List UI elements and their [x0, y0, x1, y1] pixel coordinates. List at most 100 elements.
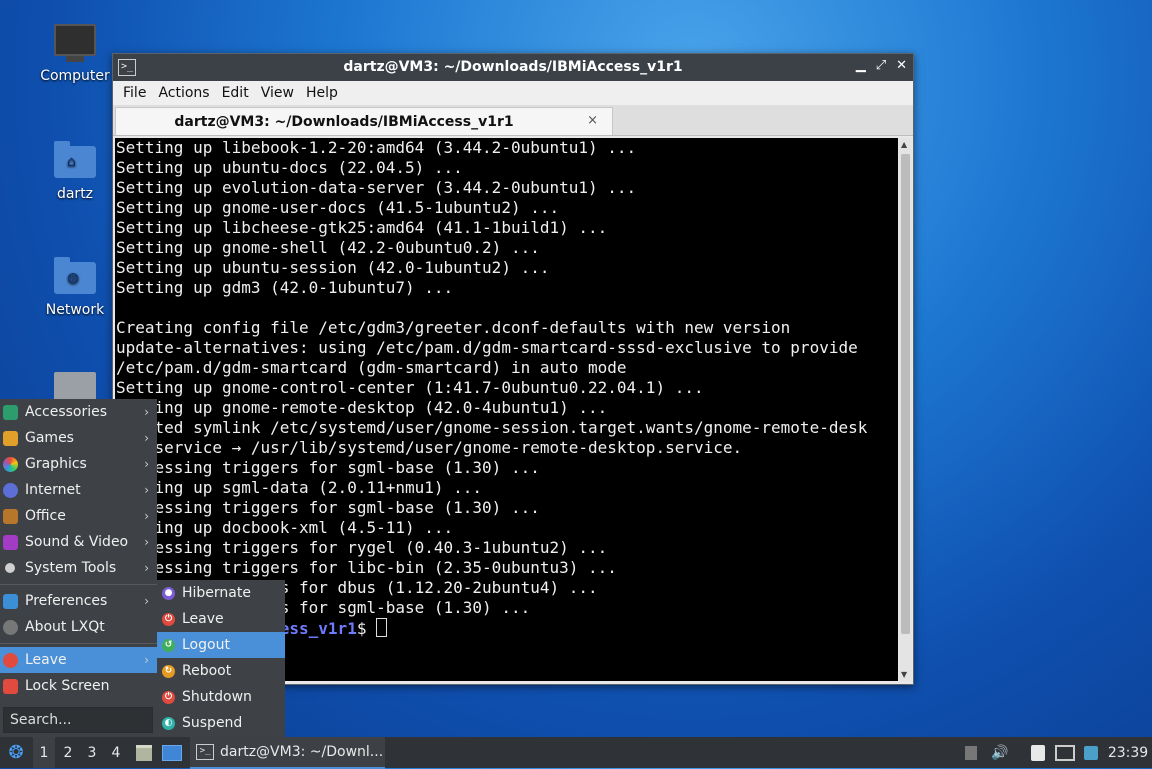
- menu-item-label: System Tools: [25, 560, 117, 576]
- window-title: dartz@VM3: ~/Downloads/IBMiAccess_v1r1: [343, 59, 683, 75]
- desktop-icon-network[interactable]: ◍ Network: [30, 257, 120, 318]
- workspace-4[interactable]: 4: [105, 737, 127, 768]
- menu-item-accessories[interactable]: Accessories ›: [0, 399, 157, 425]
- suspend-icon: ◐: [162, 716, 175, 730]
- menu-item-system-tools[interactable]: System Tools ›: [0, 555, 157, 581]
- prompt-symbol: $: [356, 619, 377, 638]
- menu-file[interactable]: File: [117, 85, 152, 101]
- menu-item-label: About LXQt: [25, 619, 105, 635]
- menu-actions[interactable]: Actions: [152, 85, 215, 101]
- shutdown-icon: ⏻: [162, 690, 175, 704]
- menu-item-about-lxqt[interactable]: About LXQt: [0, 614, 157, 640]
- menu-item-leave[interactable]: Leave ›: [0, 647, 157, 673]
- terminal-line: ted symlink /etc/systemd/user/gnome-sess…: [116, 418, 868, 437]
- terminal-line: /etc/pam.d/gdm-smartcard (gdm-smartcard)…: [116, 358, 627, 377]
- workspace-3[interactable]: 3: [81, 737, 103, 768]
- submenu-item-label: Logout: [182, 637, 230, 653]
- submenu-item-reboot[interactable]: ↻ Reboot: [157, 658, 285, 684]
- terminal-line: Setting up libebook-1.2-20:amd64 (3.44.2…: [116, 138, 637, 157]
- terminal-line: essing triggers for rygel (0.40.3-1ubunt…: [116, 538, 608, 557]
- taskbar-window-terminal[interactable]: >_ dartz@VM3: ~/Downl...: [190, 737, 385, 769]
- desktop-icon-label: dartz: [56, 186, 94, 202]
- workspace-1[interactable]: 1: [33, 737, 55, 768]
- menu-item-office[interactable]: Office ›: [0, 503, 157, 529]
- power-icon: [3, 652, 18, 668]
- window-titlebar[interactable]: >_ dartz@VM3: ~/Downloads/IBMiAccess_v1r…: [113, 54, 913, 81]
- logout-icon: ↺: [162, 638, 175, 652]
- desktop-icon-label: Computer: [40, 68, 110, 84]
- clock[interactable]: 23:39: [1106, 737, 1150, 768]
- submenu-item-hibernate[interactable]: ● Hibernate: [157, 580, 285, 606]
- reboot-icon: ↻: [162, 664, 175, 678]
- menu-view[interactable]: View: [255, 85, 300, 101]
- chevron-right-icon: ›: [144, 561, 149, 575]
- menu-edit[interactable]: Edit: [216, 85, 255, 101]
- submenu-item-suspend[interactable]: ◐ Suspend: [157, 710, 285, 736]
- desktop-icon-home[interactable]: ⌂ dartz: [30, 141, 120, 202]
- desktop-icon-computer[interactable]: Computer: [30, 24, 120, 84]
- menu-search-input[interactable]: Search...: [3, 707, 153, 733]
- chevron-right-icon: ›: [144, 535, 149, 549]
- tab-label: dartz@VM3: ~/Downloads/IBMiAccess_v1r1: [174, 114, 514, 130]
- submenu-item-logout[interactable]: ↺ Logout: [157, 632, 285, 658]
- terminal-line: Setting up libcheese-gtk25:amd64 (41.1-1…: [116, 218, 608, 237]
- start-menu-button[interactable]: ❂: [2, 737, 30, 768]
- network-icon[interactable]: [1054, 737, 1076, 768]
- scrollbar-thumb[interactable]: [901, 154, 910, 634]
- menu-separator: [0, 643, 157, 644]
- info-icon: [3, 619, 18, 635]
- workspace-2[interactable]: 2: [57, 737, 79, 768]
- chevron-right-icon: ›: [144, 431, 149, 445]
- menu-item-games[interactable]: Games ›: [0, 425, 157, 451]
- scroll-down-icon[interactable]: ▼: [901, 670, 907, 679]
- submenu-item-label: Hibernate: [182, 585, 251, 601]
- terminal-line: update-alternatives: using /etc/pam.d/gd…: [116, 338, 858, 357]
- submenu-item-label: Suspend: [182, 715, 243, 731]
- tab-terminal[interactable]: dartz@VM3: ~/Downloads/IBMiAccess_v1r1 ×: [115, 107, 613, 135]
- terminal-scrollbar[interactable]: ▲ ▼: [899, 138, 912, 681]
- tray-expand-icon[interactable]: [962, 737, 980, 768]
- menu-item-label: Preferences: [25, 593, 108, 609]
- minimize-icon[interactable]: ▁: [856, 58, 866, 73]
- menu-item-sound-video[interactable]: Sound & Video ›: [0, 529, 157, 555]
- menu-item-internet[interactable]: Internet ›: [0, 477, 157, 503]
- menu-item-lock-screen[interactable]: Lock Screen: [0, 673, 157, 699]
- submenu-item-shutdown[interactable]: ⏻ Shutdown: [157, 684, 285, 710]
- clipboard-icon[interactable]: [1027, 737, 1049, 768]
- taskbar-window-label: dartz@VM3: ~/Downl...: [220, 744, 384, 760]
- menu-item-graphics[interactable]: Graphics ›: [0, 451, 157, 477]
- menubar: File Actions Edit View Help: [113, 81, 913, 105]
- menu-item-preferences[interactable]: Preferences ›: [0, 588, 157, 614]
- lxqt-logo-icon: ❂: [8, 742, 24, 763]
- tab-close-icon[interactable]: ×: [587, 113, 598, 128]
- submenu-item-label: Reboot: [182, 663, 232, 679]
- menu-item-label: Leave: [25, 652, 67, 668]
- close-icon[interactable]: ✕: [896, 58, 907, 73]
- hibernate-icon: ●: [162, 586, 175, 600]
- show-desktop-icon[interactable]: [161, 737, 183, 768]
- terminal-line: Setting up gnome-control-center (1:41.7-…: [116, 378, 704, 397]
- terminal-line: Creating config file /etc/gdm3/greeter.d…: [116, 318, 791, 337]
- update-notifier-icon[interactable]: [1080, 737, 1102, 768]
- menu-item-label: Office: [25, 508, 66, 524]
- maximize-icon[interactable]: ⤢: [876, 58, 886, 73]
- terminal-line: Setting up ubuntu-session (42.0-1ubuntu2…: [116, 258, 550, 277]
- chevron-right-icon: ›: [144, 405, 149, 419]
- submenu-item-label: Leave: [182, 611, 224, 627]
- menu-help[interactable]: Help: [300, 85, 344, 101]
- menu-item-label: Sound & Video: [25, 534, 129, 550]
- submenu-item-leave[interactable]: ⏻ Leave: [157, 606, 285, 632]
- menu-separator: [0, 584, 157, 585]
- terminal-line: Setting up gdm3 (42.0-1ubuntu7) ...: [116, 278, 454, 297]
- volume-icon[interactable]: 🔊: [989, 737, 1011, 768]
- desktop-icon-label: Network: [45, 302, 105, 318]
- taskbar: ❂ 1 2 3 4 >_ dartz@VM3: ~/Downl... 🔊 23:…: [0, 737, 1152, 769]
- network-folder-icon: ◍: [54, 257, 96, 296]
- file-manager-icon[interactable]: [133, 737, 155, 768]
- tab-bar: dartz@VM3: ~/Downloads/IBMiAccess_v1r1 ×: [113, 105, 913, 136]
- terminal-line: Setting up gnome-user-docs (41.5-1ubuntu…: [116, 198, 560, 217]
- accessories-icon: [3, 404, 18, 420]
- scroll-up-icon[interactable]: ▲: [901, 140, 907, 149]
- terminal-icon: >_: [196, 744, 214, 760]
- graphics-icon: [3, 456, 18, 472]
